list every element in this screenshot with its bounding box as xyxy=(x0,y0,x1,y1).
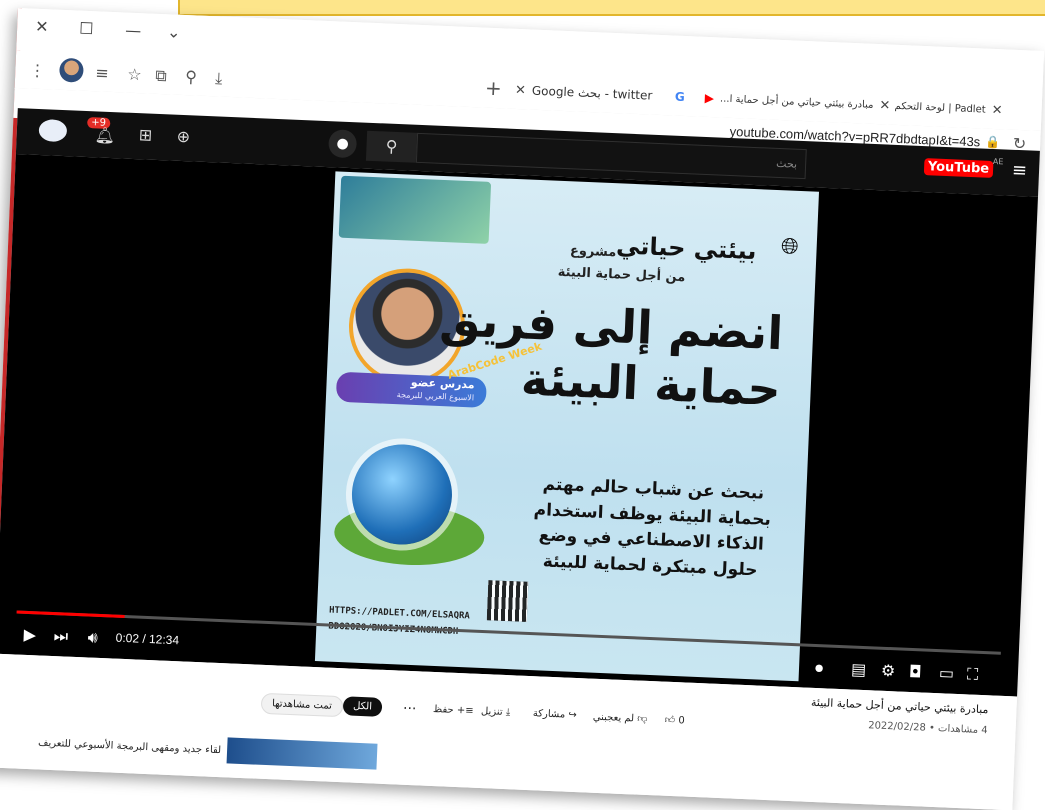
lock-icon: 🔒 xyxy=(985,134,1001,150)
hamburger-menu-icon[interactable]: ≡ xyxy=(1012,160,1028,182)
qr-code xyxy=(486,580,529,622)
video-title: مبادرة بيئتي حياتي من أجل حماية البيئة xyxy=(810,695,989,717)
more-actions-button[interactable]: ... xyxy=(403,697,417,714)
miniplayer-icon[interactable]: ◘ xyxy=(909,662,922,682)
thumb-project: مشروع xyxy=(569,243,617,261)
settings-gear-icon[interactable]: ⚙ xyxy=(881,661,896,681)
thumb-big-line1: انضم إلى فريق xyxy=(438,291,785,361)
progress-fill xyxy=(16,610,126,619)
close-tab-icon[interactable]: ✕ xyxy=(991,102,1003,117)
like-button[interactable]: 0 👍︎ xyxy=(665,714,686,727)
maximize-button[interactable]: ☐ xyxy=(79,19,94,39)
menu-dots-icon[interactable]: ⋮ xyxy=(29,61,46,81)
youtube-logo[interactable]: YouTube xyxy=(923,158,994,178)
new-tab-button[interactable]: + xyxy=(485,76,503,101)
save-button[interactable]: ≡+ حفظ xyxy=(433,704,474,717)
download-button[interactable]: ⤓ تنزيل xyxy=(481,706,511,718)
download-icon[interactable]: ⤓ xyxy=(215,68,223,88)
next-icon[interactable]: ⏭ xyxy=(53,626,68,647)
fullscreen-icon[interactable]: ⛶ xyxy=(967,664,979,684)
tab-label: مبادرة بيئتي حياتي من أجل حماية ا... xyxy=(719,92,874,111)
badge-name: مدرس عضو xyxy=(410,375,475,392)
video-thumbnail: 🌐︎ بيئتي حياتي مشروع من أجل حماية البيئة… xyxy=(314,171,820,682)
video-player[interactable]: 🌐︎ بيئتي حياتي مشروع من أجل حماية البيئة… xyxy=(0,154,1038,697)
collections-icon[interactable]: ⧉ xyxy=(155,66,167,86)
subtitles-icon[interactable]: ▤ xyxy=(851,659,867,679)
account-avatar[interactable] xyxy=(38,118,68,143)
bell-icon[interactable]: 🔔︎ xyxy=(94,125,115,145)
tab-padlet[interactable]: ✕ Padlet | لوحة التحكم xyxy=(894,93,1003,123)
voice-search-icon[interactable]: ● xyxy=(328,129,358,159)
tab-youtube[interactable]: ✕ مبادرة بيئتي حياتي من أجل حماية ا... ▶ xyxy=(704,85,891,119)
close-tab-icon[interactable]: ✕ xyxy=(515,82,527,97)
chip-watched[interactable]: تمت مشاهدتها xyxy=(260,692,344,718)
dislike-button[interactable]: 👎︎ لم يعجبني xyxy=(593,711,648,725)
tab-search-chevron-icon[interactable]: ⌄ xyxy=(167,22,181,42)
thumbs-up-icon: 👍︎ xyxy=(664,714,676,727)
tab-google[interactable]: twitter - بحث Google ✕ xyxy=(514,77,653,109)
highlight-banner xyxy=(178,0,1045,16)
chip-all[interactable]: الكل xyxy=(342,696,383,717)
thumb-title: بيئتي حياتي xyxy=(615,231,758,266)
favorites-icon[interactable]: ☆ xyxy=(127,65,142,85)
share-button[interactable]: ↪ مشاركة xyxy=(533,708,577,721)
project-banner-image xyxy=(338,175,492,244)
share-icon: ↪ xyxy=(568,709,577,722)
thumb-big-line2: حماية البيئة xyxy=(520,351,782,417)
thumb-subtitle: من أجل حماية البيئة xyxy=(557,264,686,286)
browser-window: ✕ ☐ — ⌄ ⋮ ≡ ☆ ⧉ ⚲ ⤓ + twitter - بحث Goog… xyxy=(0,8,1045,810)
thumbs-down-icon: 👎︎ xyxy=(637,713,648,725)
reading-list-icon[interactable]: ≡ xyxy=(95,63,109,83)
time-display: 0:02 / 12:34 xyxy=(115,630,180,648)
play-icon[interactable]: ▶ xyxy=(23,625,36,644)
like-count: 0 xyxy=(678,715,685,727)
globe-icon: 🌐︎ xyxy=(780,234,800,260)
theater-mode-icon[interactable]: ▭ xyxy=(939,663,955,683)
google-g-icon: G xyxy=(674,89,686,104)
download-label: تنزيل xyxy=(480,706,503,718)
padlet-url-line1: HTTPS://PADLET.COM/ELSAQRA xyxy=(328,605,471,622)
share-label: مشاركة xyxy=(532,708,566,721)
profile-avatar[interactable] xyxy=(58,57,84,83)
close-tab-icon[interactable]: ✕ xyxy=(879,98,891,113)
save-label: حفظ xyxy=(432,703,454,716)
badge-sub: الاسبوع العربي للبرمجة xyxy=(396,390,475,403)
tab-label: twitter - بحث Google xyxy=(531,83,653,103)
youtube-favicon-icon: ▶ xyxy=(704,90,715,106)
region-code: AE xyxy=(992,156,1004,167)
tab-label: Padlet | لوحة التحكم xyxy=(894,100,986,116)
search-input[interactable]: بحث xyxy=(415,132,807,180)
autoplay-toggle[interactable]: ⏺ xyxy=(815,658,824,678)
recommendation-thumbnail[interactable] xyxy=(226,737,378,770)
thumb-paragraph: نبحث عن شباب حالم مهتم بحماية البيئة يوظ… xyxy=(533,474,772,580)
save-icon: ≡+ xyxy=(456,704,474,717)
dislike-label: لم يعجبني xyxy=(592,711,635,725)
search-button[interactable]: ⚲ xyxy=(365,130,418,163)
recommendation-title[interactable]: لقاء جديد ومقهى البرمجة الأسبوعي للتعريف xyxy=(21,737,221,756)
download-icon: ⤓ xyxy=(505,707,511,719)
minimize-button[interactable]: — xyxy=(125,21,142,41)
zoom-icon[interactable]: ⚲ xyxy=(185,67,198,86)
video-meta: 4 مشاهدات • 2022/02/28 xyxy=(867,720,988,737)
create-video-icon[interactable]: ⊕ xyxy=(176,127,190,147)
apps-grid-icon[interactable]: ⊞ xyxy=(138,125,152,145)
volume-icon[interactable]: 🔊︎ xyxy=(87,627,98,647)
close-window-button[interactable]: ✕ xyxy=(35,17,49,37)
